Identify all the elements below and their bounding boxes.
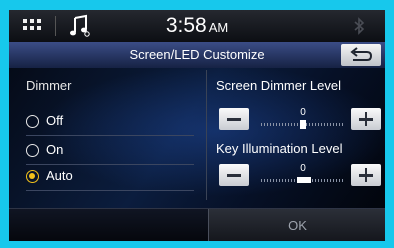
dimmer-option-label: Auto (46, 168, 73, 183)
slider-thumb[interactable] (300, 120, 306, 129)
dimmer-label: Dimmer (26, 78, 72, 93)
radio-auto-selected[interactable] (26, 170, 39, 183)
radio-on[interactable] (26, 144, 39, 157)
screen-dimmer-value: 0 (300, 107, 306, 118)
column-divider (206, 70, 207, 200)
key-illumination-decrease-button[interactable] (219, 164, 249, 186)
screen-dimmer-decrease-button[interactable] (219, 108, 249, 130)
ok-button[interactable]: OK (208, 209, 385, 241)
screen-dimmer-slider[interactable]: 0 (261, 107, 345, 130)
dimmer-option-label: On (46, 142, 64, 157)
key-illumination-label: Key Illumination Level (216, 141, 343, 156)
slider-thumb[interactable] (297, 177, 311, 183)
back-button[interactable] (341, 44, 381, 66)
dimmer-option-label: Off (46, 113, 64, 128)
screen-dimmer-label: Screen Dimmer Level (216, 78, 341, 93)
key-illumination-value: 0 (300, 163, 306, 174)
head-unit-screen: 3:58 AM Screen/LED Customize Dimmer Off O… (9, 10, 385, 241)
page-title: Screen/LED Customize (129, 47, 265, 62)
ok-button-label: OK (288, 218, 307, 233)
settings-panel: Dimmer Off On Auto Screen Dimmer Level 0… (9, 68, 385, 208)
clock-ampm: AM (208, 20, 229, 35)
dimmer-option-on[interactable]: On (26, 141, 194, 165)
bluetooth-icon (353, 16, 365, 36)
back-arrow-icon (350, 47, 373, 61)
option-divider (26, 164, 194, 165)
status-bar: 3:58 AM (9, 10, 385, 42)
clock: 3:58 AM (9, 14, 385, 38)
bottom-bar: OK (9, 208, 385, 241)
screen-dimmer-increase-button[interactable] (351, 108, 381, 130)
radio-off[interactable] (26, 115, 39, 128)
dimmer-option-off[interactable]: Off (26, 112, 194, 136)
clock-time: 3:58 (165, 14, 207, 37)
dimmer-option-auto[interactable]: Auto (26, 167, 194, 191)
option-divider (26, 190, 194, 191)
key-illumination-slider[interactable]: 0 (261, 163, 345, 186)
option-divider (26, 135, 194, 136)
key-illumination-increase-button[interactable] (351, 164, 381, 186)
title-bar: Screen/LED Customize (9, 42, 385, 68)
